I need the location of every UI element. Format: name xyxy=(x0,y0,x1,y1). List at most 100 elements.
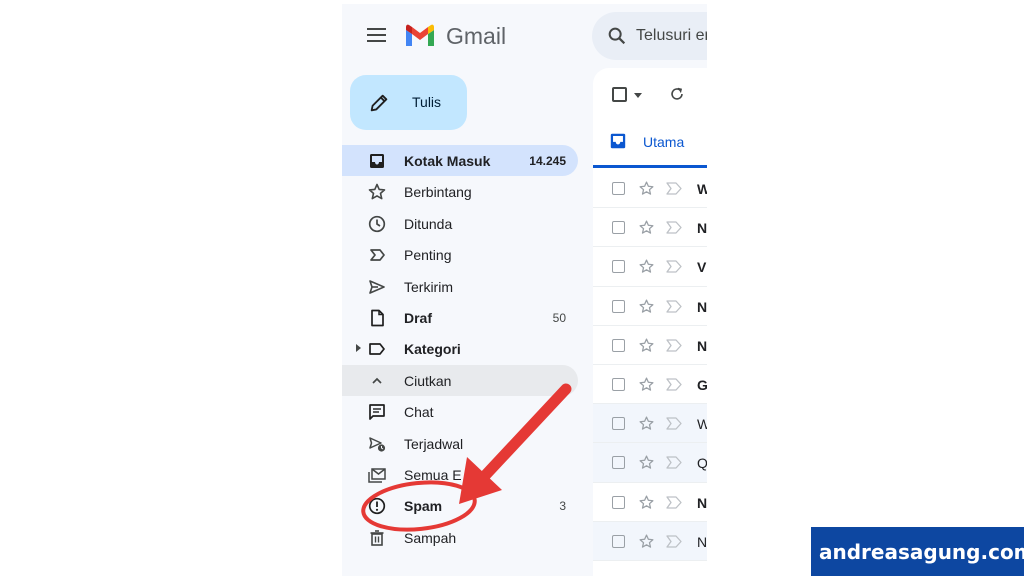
send-icon xyxy=(369,279,385,294)
sidebar-item-inbox[interactable]: Kotak Masuk 14.245 xyxy=(342,145,578,177)
star-icon xyxy=(368,184,386,200)
star-icon[interactable] xyxy=(638,258,655,275)
search-icon[interactable] xyxy=(606,25,628,47)
sidebar-item-label: Penting xyxy=(404,247,452,264)
star-icon[interactable] xyxy=(638,454,655,471)
star-icon[interactable] xyxy=(638,415,655,432)
message-row[interactable]: W xyxy=(593,169,707,209)
sidebar-item-scheduled[interactable]: Terjadwal xyxy=(342,428,578,459)
star-icon[interactable] xyxy=(638,219,655,236)
row-checkbox[interactable] xyxy=(612,495,625,509)
important-marker-icon[interactable] xyxy=(666,260,682,274)
message-sender: Q xyxy=(697,455,707,472)
expand-caret-icon[interactable] xyxy=(356,344,361,353)
row-checkbox[interactable] xyxy=(612,534,625,548)
message-sender: W xyxy=(697,416,707,433)
sidebar-item-label: Semua E xyxy=(404,466,462,483)
sidebar-nav: Kotak Masuk 14.245 Berbintang Ditunda Pe… xyxy=(342,145,578,553)
row-checkbox[interactable] xyxy=(612,456,625,470)
sidebar-item-drafts[interactable]: Draf 50 xyxy=(342,302,578,333)
inbox-icon xyxy=(370,154,384,168)
star-icon[interactable] xyxy=(638,180,655,197)
star-icon[interactable] xyxy=(638,337,655,354)
sidebar-item-label: Kotak Masuk xyxy=(404,153,491,169)
sidebar-item-all-mail[interactable]: Semua E xyxy=(342,459,578,490)
message-sender: G xyxy=(697,376,707,393)
spam-icon xyxy=(368,498,386,515)
important-marker-icon[interactable] xyxy=(666,535,682,548)
message-sender: N xyxy=(697,533,707,550)
tab-label: Utama xyxy=(643,134,685,150)
star-icon[interactable] xyxy=(638,494,655,511)
tab-primary[interactable]: Utama xyxy=(593,112,707,168)
pencil-icon xyxy=(370,94,388,112)
message-sender: N xyxy=(697,494,707,511)
spam-count: 3 xyxy=(559,499,566,514)
important-marker-icon[interactable] xyxy=(666,339,682,352)
message-row[interactable]: N xyxy=(593,521,707,561)
message-sender: W xyxy=(697,181,707,197)
important-marker-icon[interactable] xyxy=(666,495,682,509)
main-menu-button[interactable] xyxy=(364,24,390,48)
message-row[interactable]: W xyxy=(593,404,707,444)
sidebar-item-label: Draf xyxy=(404,309,433,326)
important-marker-icon[interactable] xyxy=(666,299,682,313)
message-row[interactable]: N xyxy=(593,483,707,522)
message-list: W N Vi N xyxy=(593,169,707,561)
all-mail-icon xyxy=(368,468,386,483)
sidebar-item-label: Spam xyxy=(404,498,443,515)
sidebar-item-chat[interactable]: Chat xyxy=(342,396,578,427)
message-row[interactable]: Vi xyxy=(593,247,707,287)
message-row[interactable]: G xyxy=(593,365,707,405)
row-checkbox[interactable] xyxy=(612,377,625,391)
sidebar-item-label: Terkirim xyxy=(404,278,453,295)
sidebar-item-label: Kategori xyxy=(404,341,461,358)
row-checkbox[interactable] xyxy=(612,417,625,431)
important-icon xyxy=(370,249,385,262)
sidebar-item-snoozed[interactable]: Ditunda xyxy=(342,208,578,239)
refresh-icon[interactable] xyxy=(668,85,686,103)
row-checkbox[interactable] xyxy=(612,338,625,352)
message-row[interactable]: N xyxy=(593,326,707,365)
message-row[interactable]: N xyxy=(593,208,707,248)
important-marker-icon[interactable] xyxy=(666,378,682,391)
sidebar-item-trash[interactable]: Sampah xyxy=(342,522,578,553)
watermark-banner: andreasagung.com xyxy=(811,527,1024,576)
sidebar-item-starred[interactable]: Berbintang xyxy=(342,176,578,207)
row-checkbox[interactable] xyxy=(612,260,625,274)
row-checkbox[interactable] xyxy=(612,182,625,195)
trash-icon xyxy=(370,529,384,546)
row-checkbox[interactable] xyxy=(612,221,625,235)
star-icon[interactable] xyxy=(638,533,655,550)
draft-count: 50 xyxy=(552,310,566,325)
important-marker-icon[interactable] xyxy=(666,417,682,430)
search-bar[interactable]: Telusuri em xyxy=(592,12,707,60)
sidebar-item-sent[interactable]: Terkirim xyxy=(342,271,578,302)
compose-button[interactable]: Tulis xyxy=(350,75,467,130)
important-marker-icon[interactable] xyxy=(666,456,682,469)
message-row[interactable]: N xyxy=(593,287,707,326)
inbox-icon xyxy=(610,133,626,149)
star-icon[interactable] xyxy=(638,298,655,315)
sidebar-item-categories[interactable]: Kategori xyxy=(342,333,578,364)
unread-count: 14.245 xyxy=(529,154,566,168)
sidebar-item-spam[interactable]: Spam 3 xyxy=(342,490,578,521)
sidebar-item-collapse[interactable]: Ciutkan xyxy=(342,364,578,397)
sidebar-item-important[interactable]: Penting xyxy=(342,239,578,270)
gmail-screenshot: Gmail Telusuri em Tulis Kotak Masuk 14.2… xyxy=(342,4,707,576)
sidebar-item-label: Berbintang xyxy=(404,184,472,201)
message-row[interactable]: Q xyxy=(593,443,707,483)
important-marker-icon[interactable] xyxy=(666,221,682,234)
draft-icon xyxy=(371,309,384,327)
important-marker-icon[interactable] xyxy=(666,182,682,195)
select-dropdown-icon[interactable] xyxy=(634,93,642,98)
select-all-checkbox[interactable] xyxy=(612,87,627,102)
chat-icon xyxy=(369,404,385,420)
star-icon[interactable] xyxy=(638,376,655,393)
clock-icon xyxy=(368,215,386,232)
row-checkbox[interactable] xyxy=(612,299,625,313)
sidebar-item-label: Sampah xyxy=(404,529,457,546)
label-icon xyxy=(369,343,385,356)
gmail-logo-icon xyxy=(406,24,434,46)
mail-list-panel: Utama W N Vi xyxy=(593,68,707,576)
